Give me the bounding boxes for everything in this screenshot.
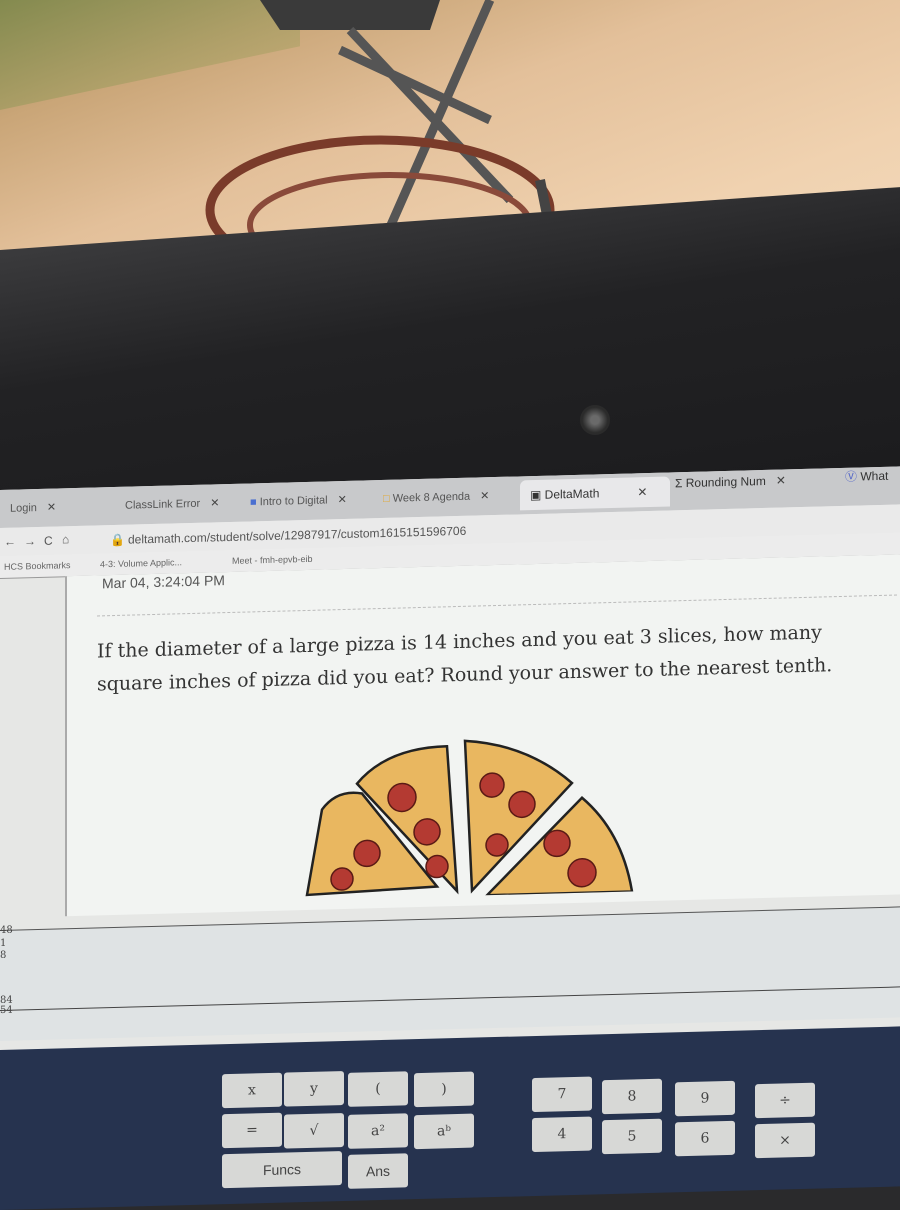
webcam	[580, 405, 610, 435]
key-ans[interactable]: Ans	[348, 1153, 408, 1189]
question-text: If the diameter of a large pizza is 14 i…	[97, 621, 833, 696]
key-funcs[interactable]: Funcs	[222, 1151, 342, 1189]
key-square[interactable]: a²	[348, 1113, 408, 1149]
lock-icon: 🔒	[110, 532, 125, 548]
pepperoni	[485, 833, 509, 857]
tab-label: What	[860, 468, 889, 484]
pepperoni	[353, 839, 381, 868]
bookmark-folder[interactable]: HCS Bookmarks	[4, 560, 71, 572]
tab-label: Login	[10, 502, 37, 515]
close-icon[interactable]: ✕	[480, 490, 489, 502]
key-equals[interactable]: =	[222, 1112, 282, 1149]
key-y[interactable]: y	[284, 1070, 344, 1107]
key-4[interactable]: 4	[532, 1116, 592, 1153]
pepperoni	[425, 854, 449, 879]
forward-icon[interactable]: →	[24, 534, 36, 548]
pepperoni	[508, 790, 536, 819]
close-icon[interactable]: ✕	[637, 485, 647, 499]
edge-number: 48	[0, 924, 13, 936]
tab-label: DeltaMath	[544, 486, 600, 502]
tab-intro-digital[interactable]: ■ Intro to Digital ✕	[250, 493, 347, 509]
tab-label: Rounding Num	[685, 473, 766, 491]
edge-number: 8	[0, 949, 7, 961]
answer-area[interactable]	[0, 906, 900, 1041]
tab-what[interactable]: Ⓥ What	[845, 467, 888, 485]
v-icon: Ⓥ	[845, 469, 861, 484]
close-icon[interactable]: ✕	[776, 473, 786, 487]
key-7[interactable]: 7	[532, 1076, 592, 1113]
pepperoni	[387, 782, 417, 813]
edge-number: 54	[0, 1004, 13, 1016]
pepperoni	[567, 858, 597, 888]
key-power[interactable]: aᵇ	[414, 1113, 474, 1150]
key-9[interactable]: 9	[675, 1080, 735, 1117]
pizza-image	[305, 739, 634, 897]
key-multiply[interactable]: ×	[755, 1122, 815, 1159]
math-keypad: x y ( ) = √ a² aᵇ Funcs Ans 7 8 9 ÷ 4 5 …	[0, 1026, 900, 1210]
tab-rounding[interactable]: Σ Rounding Num ✕	[675, 473, 786, 490]
deltamath-icon: ▣	[530, 487, 545, 503]
bookmark-meet[interactable]: Meet - fmh-epvb-eib	[232, 554, 313, 566]
close-icon[interactable]: ✕	[210, 497, 219, 509]
sigma-icon: Σ	[675, 476, 686, 491]
key-open-paren[interactable]: (	[348, 1071, 408, 1107]
edge-number: 1	[0, 937, 7, 949]
close-icon[interactable]: ✕	[338, 494, 347, 506]
key-x[interactable]: x	[222, 1072, 282, 1109]
problem-panel: Mar 04, 3:24:04 PM If the diameter of a …	[65, 554, 900, 917]
timestamp: Mar 04, 3:24:04 PM	[102, 572, 225, 592]
key-close-paren[interactable]: )	[414, 1071, 474, 1108]
tab-label: Intro to Digital	[259, 494, 328, 509]
key-8[interactable]: 8	[602, 1078, 662, 1115]
divider	[97, 594, 897, 617]
key-5[interactable]: 5	[602, 1118, 662, 1155]
bookmark-volume[interactable]: 4-3: Volume Applic...	[100, 557, 182, 569]
reload-icon[interactable]: C	[44, 534, 53, 548]
pepperoni	[413, 818, 441, 846]
close-icon[interactable]: ✕	[47, 502, 56, 514]
back-icon[interactable]: ←	[4, 535, 16, 549]
tab-label: ClassLink Error	[125, 497, 201, 512]
url-field[interactable]: deltamath.com/student/solve/12987917/cus…	[128, 524, 466, 547]
pepperoni	[330, 867, 354, 891]
tab-classlink[interactable]: ClassLink Error ✕	[125, 496, 219, 511]
key-6[interactable]: 6	[675, 1120, 735, 1157]
key-divide[interactable]: ÷	[755, 1082, 815, 1119]
tab-login[interactable]: Login ✕	[10, 501, 56, 515]
home-icon[interactable]: ⌂	[62, 532, 69, 546]
slides-icon: □	[383, 492, 393, 505]
tab-week8[interactable]: □ Week 8 Agenda ✕	[383, 489, 489, 505]
key-sqrt[interactable]: √	[284, 1112, 344, 1149]
tab-label: Week 8 Agenda	[392, 490, 471, 505]
pepperoni	[479, 772, 505, 798]
doc-icon: ■	[250, 496, 260, 509]
pepperoni	[543, 829, 571, 858]
tab-deltamath[interactable]: ▣ DeltaMath ✕	[520, 476, 670, 511]
laptop-screen: Login ✕ ClassLink Error ✕ ■ Intro to Digit…	[0, 466, 900, 1210]
